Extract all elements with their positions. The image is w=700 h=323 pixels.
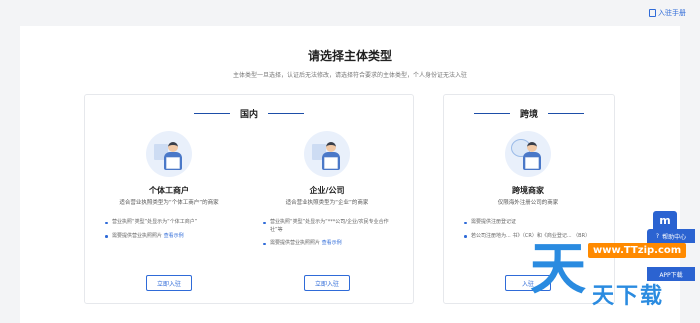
brand-logo-icon: m xyxy=(653,211,677,229)
domestic-heading-label: 国内 xyxy=(239,110,258,120)
join-now-button[interactable]: 立即入驻 xyxy=(146,275,192,291)
manual-label: 入驻手册 xyxy=(658,9,686,17)
card-description: 适合营业执照类型为“企业”的商家 xyxy=(285,200,369,206)
card-description: 适合营业执照类型为“个体工商户”的商家 xyxy=(119,200,219,206)
card-title: 跨境商家 xyxy=(512,186,544,195)
view-example-link[interactable]: 查看示例 xyxy=(164,233,184,239)
watermark: 天 www.TTzip.com 天下载 xyxy=(530,238,700,323)
card-individual-business: 个体工商户 适合营业执照类型为“个体工商户”的商家 营业执照“类型”处显示为“个… xyxy=(105,131,229,301)
join-now-button[interactable]: 立即入驻 xyxy=(304,275,350,291)
crossborder-heading-label: 跨境 xyxy=(519,110,538,120)
domestic-heading: 国内 xyxy=(85,107,413,120)
view-example-link[interactable]: 查看示例 xyxy=(322,240,342,246)
page-title: 请选择主体类型 xyxy=(307,49,392,63)
divider xyxy=(473,113,510,114)
requirements-list: 营业执照“类型”处显示为“个体工商户” 需要提供营业执照照片 查看示例 xyxy=(105,219,241,246)
document-icon xyxy=(649,9,656,17)
globe-person-icon xyxy=(505,131,551,177)
card-title: 企业/公司 xyxy=(309,186,345,195)
watermark-char: 天 xyxy=(530,236,586,302)
watermark-site: www.TTzip.com xyxy=(588,243,687,258)
requirement-item: 营业执照“类型”处显示为“***公司/企业/农民专业合作社”等 xyxy=(263,219,399,234)
requirement-item: 需要提供营业执照照片 查看示例 xyxy=(105,233,241,241)
crossborder-heading: 跨境 xyxy=(444,107,614,120)
page-subtitle: 主体类型一旦选择，认证后无法修改，请选择符合要求的主体类型，个人身份证无法入驻 xyxy=(232,72,467,79)
office-building-person-icon xyxy=(304,131,350,177)
onboarding-manual-link[interactable]: 入驻手册 xyxy=(649,8,686,18)
card-enterprise: 企业/公司 适合营业执照类型为“企业”的商家 营业执照“类型”处显示为“***公… xyxy=(263,131,389,301)
requirement-item: 需要提供营业执照照片 查看示例 xyxy=(263,240,399,248)
divider xyxy=(548,113,584,114)
domestic-section: 国内 个体工商户 适合营业执照类型为“个体工商户”的商家 营业执照“类型”处显示… xyxy=(84,94,414,304)
top-bar: 入驻手册 xyxy=(0,0,700,26)
requirement-item: 营业执照“类型”处显示为“个体工商户” xyxy=(105,219,241,227)
card-title: 个体工商户 xyxy=(149,186,189,195)
card-description: 仅限海外注册公司的商家 xyxy=(497,200,559,206)
storefront-person-icon xyxy=(146,131,192,177)
divider xyxy=(193,113,230,114)
divider xyxy=(268,113,304,114)
requirement-item: 需要提供注册登记证 xyxy=(464,219,600,227)
watermark-tail: 天下载 xyxy=(592,284,665,309)
requirements-list: 营业执照“类型”处显示为“***公司/企业/农民专业合作社”等 需要提供营业执照… xyxy=(263,219,399,254)
